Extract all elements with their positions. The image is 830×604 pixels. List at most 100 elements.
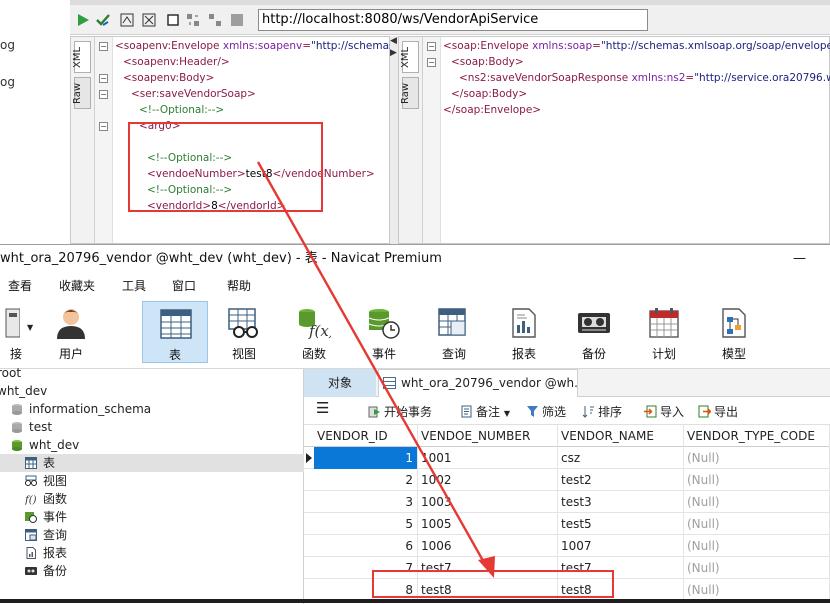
highlight-box xyxy=(128,122,323,212)
table-cell[interactable]: 3 xyxy=(314,491,418,513)
filter-button[interactable]: 筛选 xyxy=(526,403,566,420)
pane-splitter[interactable]: ◀ ▶ xyxy=(390,36,398,244)
menu-favorites[interactable]: 收藏夹 xyxy=(59,277,95,294)
report-icon xyxy=(26,547,36,559)
maximize-icon[interactable] xyxy=(230,13,244,27)
table-cell[interactable]: 1006 xyxy=(418,535,558,557)
table-cell[interactable]: (Null) xyxy=(684,535,830,557)
tab-objects[interactable]: 对象 xyxy=(304,369,376,397)
menu-window[interactable]: 窗口 xyxy=(172,277,196,294)
submit-check-icon[interactable] xyxy=(96,13,110,27)
table-cell[interactable]: (Null) xyxy=(684,447,830,469)
table-cell[interactable]: 1005 xyxy=(418,513,558,535)
tree-item[interactable]: 查询 xyxy=(0,526,304,544)
fold-toggle[interactable]: − xyxy=(427,42,436,51)
toolbar-backup-button[interactable]: 备份 xyxy=(563,301,625,363)
xml-line: <soapenv:Header/> xyxy=(123,56,230,68)
table-cell[interactable]: test2 xyxy=(558,469,684,491)
fold-toggle[interactable]: − xyxy=(99,74,108,83)
stop-icon[interactable] xyxy=(166,13,180,27)
sort-button[interactable]: 排序 xyxy=(582,403,622,420)
tree-item[interactable]: f() 函数 xyxy=(0,490,304,508)
endpoint-url-field[interactable]: http://localhost:8080/ws/VendorApiServic… xyxy=(258,9,648,31)
toolbar-event-button[interactable]: 事件 xyxy=(353,301,415,363)
tree-item[interactable]: wht_dev xyxy=(0,436,304,454)
note-icon xyxy=(461,405,472,418)
tab-table-vendor[interactable]: wht_ora_20796_vendor @wh... xyxy=(378,369,578,397)
table-cell[interactable]: 2 xyxy=(314,469,418,491)
tree-item[interactable]: 事件 xyxy=(0,508,304,526)
tab-raw[interactable]: Raw xyxy=(72,77,91,109)
toolbar-report-button[interactable]: 报表 xyxy=(493,301,555,363)
split-vertical-icon[interactable] xyxy=(208,13,222,27)
table-cell[interactable]: (Null) xyxy=(684,491,830,513)
table-cell[interactable]: 6 xyxy=(314,535,418,557)
menu-view[interactable]: 查看 xyxy=(8,277,32,294)
table-row[interactable]: 3 1003 test3 (Null) xyxy=(304,491,830,513)
fold-toggle[interactable]: − xyxy=(99,122,108,131)
tree-item[interactable]: information_schema xyxy=(0,400,304,418)
toolbar-schedule-button[interactable]: 计划 xyxy=(633,301,695,363)
table-cell[interactable]: test3 xyxy=(558,491,684,513)
table-row[interactable]: 2 1002 test2 (Null) xyxy=(304,469,830,491)
import-button[interactable]: 导入 xyxy=(644,403,684,420)
table-cell[interactable]: test5 xyxy=(558,513,684,535)
tree-item[interactable]: test xyxy=(0,418,304,436)
split-icon[interactable] xyxy=(186,13,200,27)
column-header[interactable]: VENDOE_NUMBER xyxy=(418,425,558,447)
split-right-icon[interactable]: ▶ xyxy=(390,48,397,58)
toolbar-model-button[interactable]: 模型 xyxy=(703,301,765,363)
menu-help[interactable]: 帮助 xyxy=(227,277,251,294)
table-row[interactable]: 6 1006 1007 (Null) xyxy=(304,535,830,557)
toolbar-function-button[interactable]: f(x) 函数 xyxy=(283,301,345,363)
toolbar-view-button[interactable]: 视图 xyxy=(213,301,275,363)
tab-xml[interactable]: XML xyxy=(400,41,419,73)
column-header[interactable]: VENDOR_TYPE_CODE xyxy=(684,425,830,447)
note-button[interactable]: 备注 ▼ xyxy=(460,403,510,420)
table-row[interactable]: 5 1005 test5 (Null) xyxy=(304,513,830,535)
connection-dropdown-icon[interactable]: ▼ xyxy=(27,323,33,332)
table-cell[interactable]: (Null) xyxy=(684,513,830,535)
fold-toggle[interactable]: − xyxy=(99,90,108,99)
tab-raw[interactable]: Raw xyxy=(400,77,419,109)
tree-item[interactable]: 视图 xyxy=(0,472,304,490)
table-cell[interactable]: 1003 xyxy=(418,491,558,513)
table-cell[interactable]: (Null) xyxy=(684,579,830,601)
stretch-icon[interactable] xyxy=(142,13,156,27)
navigator-item[interactable]: og xyxy=(0,75,15,89)
menu-icon[interactable]: ☰ xyxy=(316,399,329,417)
fold-toggle[interactable]: − xyxy=(427,58,436,67)
table-cell[interactable]: 1007 xyxy=(558,535,684,557)
response-editor[interactable]: XML Raw − − <soap:Envelope xmlns:soap="h… xyxy=(398,36,830,244)
table-row[interactable]: 1 1001 csz (Null) xyxy=(304,447,830,469)
table-cell[interactable]: 1 xyxy=(314,447,418,469)
table-cell[interactable]: (Null) xyxy=(684,469,830,491)
import-icon xyxy=(644,405,657,418)
tree-item[interactable]: wht_dev xyxy=(0,382,304,400)
toolbar-connection-button[interactable]: 接 xyxy=(0,301,34,363)
tree-item[interactable]: 表 xyxy=(0,454,304,472)
tree-item[interactable]: 备份 xyxy=(0,562,304,580)
tree-item[interactable]: 报表 xyxy=(0,544,304,562)
table-cell[interactable]: 1001 xyxy=(418,447,558,469)
table-cell[interactable]: (Null) xyxy=(684,557,830,579)
column-header[interactable]: VENDOR_NAME xyxy=(558,425,684,447)
column-header[interactable]: VENDOR_ID xyxy=(314,425,418,447)
toolbar-query-button[interactable]: 查询 xyxy=(423,301,485,363)
export-button[interactable]: 导出 xyxy=(698,403,738,420)
table-cell[interactable]: csz xyxy=(558,447,684,469)
split-left-icon[interactable]: ◀ xyxy=(390,36,397,46)
menu-tools[interactable]: 工具 xyxy=(122,277,146,294)
toolbar-user-button[interactable]: 用户 xyxy=(40,301,102,363)
tree-item[interactable]: root xyxy=(0,364,304,382)
navigator-item[interactable]: og xyxy=(0,38,15,52)
minimize-icon[interactable]: — xyxy=(793,245,806,273)
table-cell[interactable]: 5 xyxy=(314,513,418,535)
table-cell[interactable]: 1002 xyxy=(418,469,558,491)
begin-transaction-button[interactable]: 开始事务 xyxy=(368,403,432,420)
fold-toggle[interactable]: − xyxy=(99,42,108,51)
toolbar-table-button[interactable]: 表 xyxy=(142,301,208,363)
add-ws-icon[interactable] xyxy=(120,13,134,27)
tab-xml[interactable]: XML xyxy=(72,41,91,73)
run-icon[interactable] xyxy=(76,13,90,27)
